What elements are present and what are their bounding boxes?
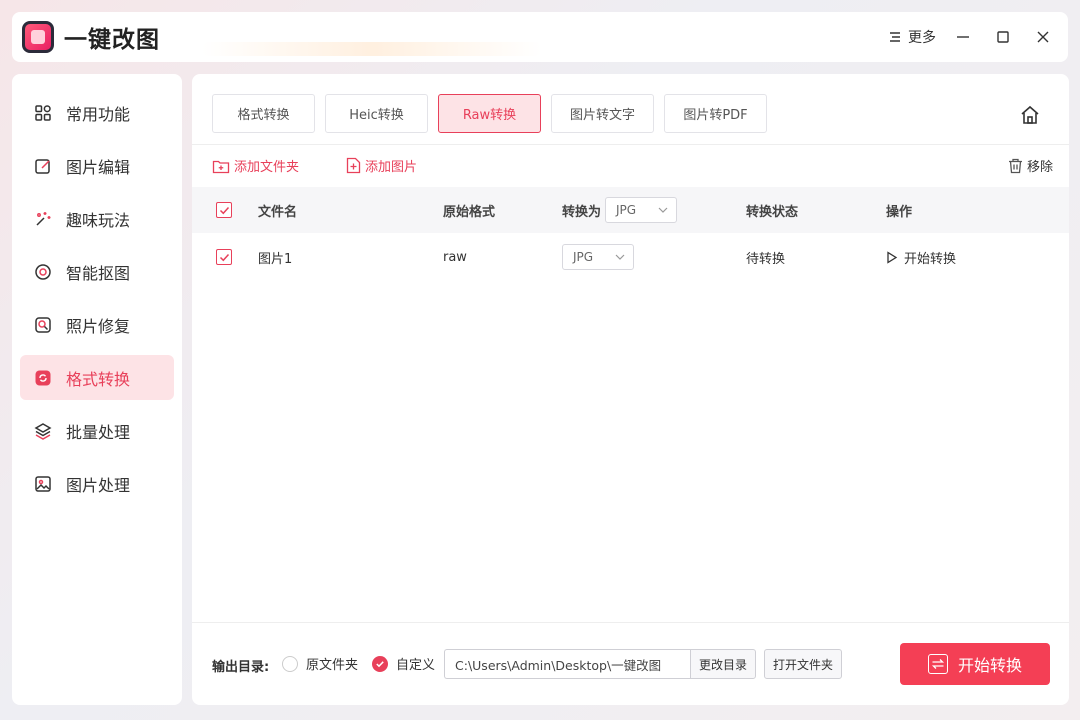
target-icon — [34, 263, 52, 281]
minimize-button[interactable] — [952, 26, 974, 48]
check-icon — [376, 660, 384, 667]
remove-button[interactable]: 移除 — [1008, 156, 1053, 175]
check-icon — [219, 253, 229, 261]
repair-icon — [34, 316, 52, 334]
table-row: 图片1 raw JPG 待转换 开始转换 — [192, 233, 1069, 281]
close-button[interactable] — [1032, 26, 1054, 48]
select-all-checkbox[interactable] — [216, 202, 232, 218]
header-convert-to-label: 转换为 — [562, 204, 602, 220]
sidebar-item-common[interactable]: 常用功能 — [20, 90, 174, 135]
output-original-label: 原文件夹 — [306, 658, 359, 673]
add-image-button[interactable]: 添加图片 — [346, 156, 417, 175]
sidebar-item-edit[interactable]: 图片编辑 — [20, 143, 174, 188]
tab-raw-convert[interactable]: Raw转换 — [438, 94, 541, 133]
sidebar-item-fun[interactable]: 趣味玩法 — [20, 196, 174, 241]
footer-divider — [192, 622, 1069, 623]
select-all-cell — [216, 187, 232, 233]
row-filename: 图片1 — [258, 251, 293, 267]
edit-icon — [34, 157, 52, 175]
tab-image-to-text[interactable]: 图片转文字 — [551, 94, 654, 133]
header-action: 操作 — [886, 204, 913, 220]
maximize-icon — [997, 31, 1009, 43]
sidebar-item-label: 照片修复 — [66, 316, 131, 336]
more-label: 更多 — [908, 30, 936, 46]
open-folder-button[interactable]: 打开文件夹 — [764, 649, 842, 679]
chevron-down-icon — [615, 254, 625, 260]
add-file-icon — [346, 157, 361, 174]
layers-icon — [34, 422, 52, 440]
close-icon — [1037, 31, 1049, 43]
row-target-format-select[interactable]: JPG — [562, 244, 634, 270]
sidebar: 常用功能 图片编辑 趣味玩法 智能抠图 照片修复 格式转换 批量处理 图片处理 — [12, 74, 182, 705]
tab-bar: 格式转换 Heic转换 Raw转换 图片转文字 图片转PDF — [212, 94, 767, 133]
tab-format-convert[interactable]: 格式转换 — [212, 94, 315, 133]
table-header: 文件名 原始格式 转换为 JPG 转换状态 操作 — [192, 187, 1069, 233]
output-dir-label: 输出目录: — [212, 660, 270, 675]
add-folder-label: 添加文件夹 — [234, 160, 300, 175]
header-filename: 文件名 — [258, 204, 298, 220]
convert-icon — [34, 369, 52, 387]
header-status: 转换状态 — [746, 204, 799, 220]
sidebar-item-label: 图片编辑 — [66, 157, 131, 177]
sidebar-item-cutout[interactable]: 智能抠图 — [20, 249, 174, 294]
play-icon — [887, 250, 898, 264]
sidebar-item-label: 智能抠图 — [66, 263, 131, 283]
sidebar-item-label: 图片处理 — [66, 475, 131, 495]
sparkle-icon — [34, 210, 52, 228]
toolbar-divider — [192, 144, 1069, 145]
sidebar-item-repair[interactable]: 照片修复 — [20, 302, 174, 347]
sidebar-item-label: 常用功能 — [66, 104, 131, 124]
tab-image-to-pdf[interactable]: 图片转PDF — [664, 94, 767, 133]
header-convert-to: 转换为 JPG — [562, 187, 678, 233]
sidebar-item-label: 批量处理 — [66, 422, 131, 442]
output-custom-label: 自定义 — [396, 658, 436, 673]
row-start-convert-label: 开始转换 — [904, 251, 957, 267]
remove-label: 移除 — [1026, 160, 1053, 175]
maximize-button[interactable] — [992, 26, 1014, 48]
start-convert-label: 开始转换 — [957, 656, 1022, 675]
row-select-cell — [216, 233, 232, 281]
radio-custom[interactable] — [372, 655, 388, 672]
start-convert-button[interactable]: 开始转换 — [900, 643, 1050, 685]
sidebar-item-label: 格式转换 — [66, 369, 131, 389]
convert-all-select-value: JPG — [616, 203, 637, 217]
more-menu-button[interactable]: 更多 — [888, 26, 936, 48]
title-decoration — [202, 42, 542, 56]
minimize-icon — [957, 36, 969, 38]
row-target-format-cell: JPG — [562, 233, 634, 281]
image-icon — [34, 475, 52, 493]
convert-all-select[interactable]: JPG — [605, 197, 678, 223]
radio-original[interactable] — [282, 655, 298, 672]
home-icon[interactable] — [1019, 104, 1041, 126]
add-image-label: 添加图片 — [365, 160, 418, 175]
output-custom-option[interactable]: 自定义 — [372, 654, 435, 673]
row-status: 待转换 — [746, 251, 786, 267]
trash-icon — [1008, 158, 1022, 173]
sidebar-item-batch[interactable]: 批量处理 — [20, 408, 174, 453]
row-action-cell: 开始转换 — [886, 233, 956, 281]
swap-icon — [927, 654, 948, 674]
sidebar-item-image-process[interactable]: 图片处理 — [20, 461, 174, 506]
main-panel: 格式转换 Heic转换 Raw转换 图片转文字 图片转PDF 添加文件夹 添加图… — [192, 74, 1069, 705]
add-folder-button[interactable]: 添加文件夹 — [212, 156, 299, 175]
tab-heic-convert[interactable]: Heic转换 — [325, 94, 428, 133]
grid-icon — [34, 104, 52, 122]
sidebar-item-format-convert[interactable]: 格式转换 — [20, 355, 174, 400]
chevron-down-icon — [658, 207, 668, 213]
menu-icon — [890, 32, 900, 42]
row-original-format: raw — [443, 249, 467, 265]
row-checkbox[interactable] — [216, 249, 232, 265]
row-start-convert-button[interactable]: 开始转换 — [886, 248, 956, 267]
add-folder-icon — [212, 160, 230, 173]
sidebar-item-label: 趣味玩法 — [66, 210, 131, 230]
title-bar: 一键改图 更多 — [12, 12, 1068, 62]
app-logo-icon — [22, 21, 54, 53]
change-dir-button[interactable]: 更改目录 — [690, 649, 756, 679]
app-title: 一键改图 — [64, 27, 160, 53]
output-path-input[interactable] — [444, 649, 692, 679]
check-icon — [219, 206, 229, 214]
output-original-option[interactable]: 原文件夹 — [282, 654, 358, 673]
row-target-format-value: JPG — [573, 250, 594, 264]
header-original-format: 原始格式 — [443, 204, 496, 220]
